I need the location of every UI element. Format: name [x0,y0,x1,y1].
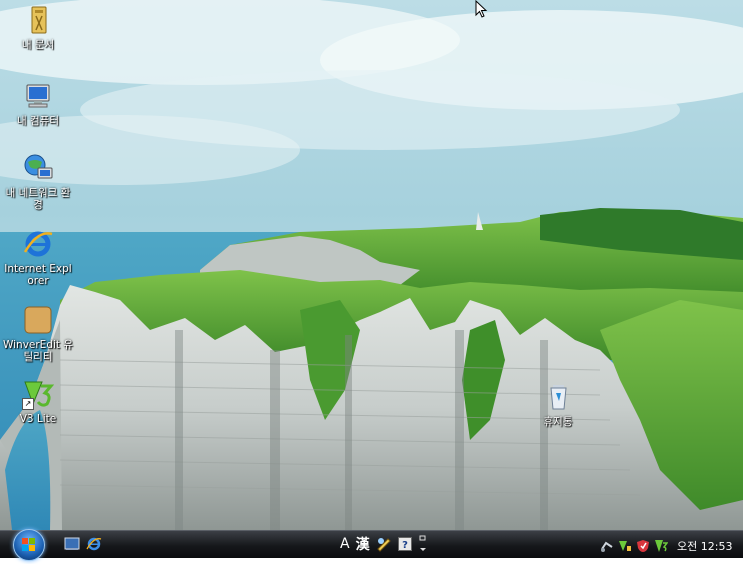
internet-explorer-icon [86,537,102,551]
desktop-icon-network[interactable]: 내 네트워크 환경 [2,152,74,211]
desktop: 내 문서 내 컴퓨터 내 네트워크 환경 Internet Explorer W… [0,0,743,530]
mouse-pointer-icon [475,0,488,18]
tray-v3-icon[interactable] [618,538,632,552]
desktop-icon-label: 내 컴퓨터 [17,115,59,127]
desktop-icon-label: 내 네트워크 환경 [5,187,71,211]
desktop-icon-my-computer[interactable]: 내 컴퓨터 [2,80,74,127]
shortcut-arrow-icon: ↗ [22,398,34,410]
show-desktop-icon [64,537,80,550]
my-computer-icon [22,80,54,112]
desktop-icon-label: Internet Explorer [4,263,72,287]
desktop-icon-label: V3 Lite [19,413,57,425]
language-bar-options-icon[interactable] [418,535,428,553]
desktop-icon-my-documents[interactable]: 내 문서 [2,4,74,51]
ime-pad-icon[interactable] [376,536,392,552]
my-documents-icon [22,4,54,36]
taskbar: A 漢 ? 오전 12:53 [0,529,743,561]
quicklaunch-internet-explorer[interactable] [86,536,102,552]
desktop-icon-label: 내 문서 [21,39,55,51]
desktop-icon-recycle-bin[interactable]: 휴지통 [522,381,594,428]
desktop-icon-winveredit[interactable]: WinverEdit 유틸리티 [2,304,74,363]
desktop-icon-label: 휴지통 [543,416,573,428]
tray-v3-lite-icon[interactable] [654,538,669,552]
help-icon[interactable]: ? [397,537,412,551]
recycle-bin-icon [542,381,574,413]
clock-time: 12:53 [700,540,733,553]
start-button[interactable] [13,529,45,561]
language-bar: A 漢 ? [340,534,428,554]
taskbar-clock[interactable]: 오전 12:53 [677,538,732,554]
input-mode-toggle[interactable]: A [340,536,350,552]
desktop-icon-label: WinverEdit 유틸리티 [2,339,74,363]
clock-ampm: 오전 [677,540,698,553]
v3-lite-icon: ↗ [22,378,55,410]
internet-explorer-icon [22,228,54,260]
svg-text:?: ? [402,540,408,551]
wallpaper [0,0,743,530]
tray-network-icon[interactable] [600,538,614,552]
network-icon [22,152,54,184]
desktop-icon-internet-explorer[interactable]: Internet Explorer [2,228,74,287]
desktop-icon-v3-lite[interactable]: ↗ V3 Lite [2,378,74,425]
hanja-toggle[interactable]: 漢 [356,534,370,554]
windows-orb-icon [22,538,35,551]
winveredit-icon [22,304,54,336]
tray-security-shield-icon[interactable] [636,538,650,552]
show-desktop-button[interactable] [64,536,80,552]
system-tray [600,535,669,555]
